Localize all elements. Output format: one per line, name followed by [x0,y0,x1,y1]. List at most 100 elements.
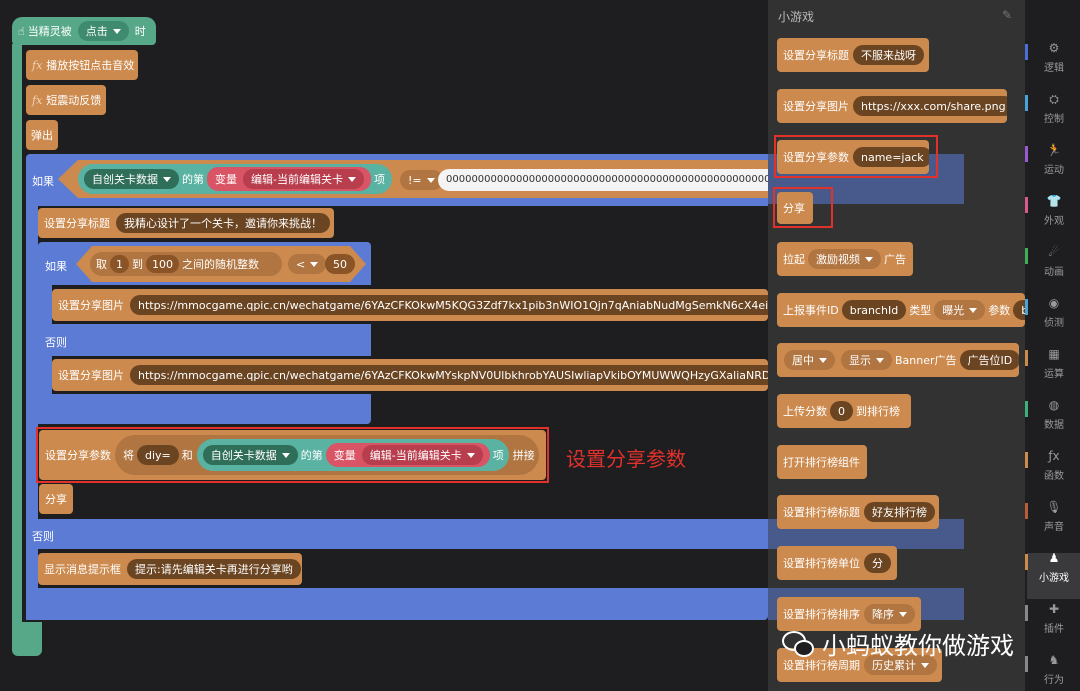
random-to-input[interactable]: 100 [146,255,179,273]
event-label: 当精灵被 [27,25,72,38]
compare-value-input[interactable]: 50 [325,254,355,274]
else-outer-label: 否则 [32,530,54,543]
data-icon: ◍ [1048,398,1060,412]
rank-sort-select[interactable]: 降序 [864,604,915,624]
highlight-box [36,427,549,483]
plugin-icon: ✚ [1048,602,1060,616]
category-color-bar [1025,605,1028,621]
sidebar-item-appearance[interactable]: 👕 外观 [1036,193,1072,227]
chevron-down-icon [310,261,319,267]
sidebar-item-label: 运动 [1044,165,1064,176]
banner-pos-select[interactable]: 居中 [784,350,835,370]
function-icon: fx [32,93,43,107]
message-input[interactable]: 提示:请先编辑关卡再进行分享哟 [127,559,301,579]
random-from-input[interactable]: 1 [110,255,129,273]
event-spine [12,44,22,634]
lt-operator-select[interactable]: < [288,254,327,274]
share-block[interactable]: 分享 [39,484,73,514]
rank-unit-input[interactable]: 分 [864,553,891,573]
sidebar-item-label: 逻辑 [1044,63,1064,74]
sidebar-item-motion[interactable]: 🏃 运动 [1036,142,1072,176]
script-area: ☝ 当精灵被 点击 时 fx 播放按钮点击音效 fx 短震动反馈 弹出 如果 自创关… [0,0,768,691]
sidebar-item-label: 声音 [1044,522,1064,533]
chevron-down-icon [921,662,929,668]
watermark: 小蚂蚁教你做游戏 [782,626,1014,661]
level-data-select[interactable]: 自创关卡数据 [84,169,179,189]
event-id-input[interactable]: branchId [841,300,907,320]
sidebar-item-operator[interactable]: ▦ 运算 [1036,346,1072,380]
sidebar-item-behavior[interactable]: ♞ 行为 [1036,652,1072,686]
if-inner-bottom [38,394,371,424]
neq-operator-select[interactable]: != [400,170,443,190]
highlight-box [773,187,833,228]
sidebar-item-label: 侦测 [1044,318,1064,329]
sidebar-item-data[interactable]: ◍ 数据 [1036,397,1072,431]
event-param-input[interactable]: b [1013,300,1025,320]
event-type-select[interactable]: 曝光 [934,300,986,320]
set-share-image-block-1[interactable]: 设置分享图片 https://mmocgame.qpic.cn/wechatga… [52,289,768,321]
category-color-bar [1025,656,1028,672]
category-color-bar [1025,248,1028,264]
event-hat-block[interactable]: ☝ 当精灵被 点击 时 [12,17,156,45]
sidebar-item-sound[interactable]: 🎙 声音 [1036,499,1072,533]
banner-id-input[interactable]: 广告位ID [959,350,1019,370]
category-color-bar [1025,299,1028,315]
sidebar-item-plugin[interactable]: ✚ 插件 [1036,601,1072,635]
banner-show-select[interactable]: 显示 [841,350,892,370]
palette-ad-block[interactable]: 拉起 激励视频 广告 [777,242,913,276]
palette-rank-title[interactable]: 设置排行榜标题 好友排行榜 [777,495,939,529]
motion-icon: 🏃 [1046,143,1062,157]
ad-type-select[interactable]: 激励视频 [808,249,881,269]
palette-open-rank[interactable]: 打开排行榜组件 [777,445,867,479]
chevron-down-icon [899,611,907,617]
popup-block[interactable]: 弹出 [26,120,58,150]
chevron-down-icon [347,176,356,182]
palette-title: 小游戏 [778,10,815,24]
sidebar-item-minigame[interactable]: ♟ 小游戏 [1036,550,1072,584]
palette-title-input[interactable]: 不服来战呀 [853,45,924,65]
palette-upload-score[interactable]: 上传分数 0 到排行榜 [777,394,911,428]
sidebar-item-animation[interactable]: ☄ 动画 [1036,244,1072,278]
if-outer-bottom [26,588,768,620]
palette-set-share-title[interactable]: 设置分享标题 不服来战呀 [777,38,929,72]
chevron-down-icon [426,177,435,183]
palette-image-input[interactable]: https://xxx.com/share.png [853,96,1007,116]
show-message-block[interactable]: 显示消息提示框 提示:请先编辑关卡再进行分享哟 [38,553,302,585]
share-title-input[interactable]: 我精心设计了一个关卡，邀请你来挑战！ [116,213,330,233]
if-inner-label: 如果 [45,260,67,273]
random-reporter[interactable]: 取 1 到 100 之间的随机整数 [90,252,282,276]
sidebar-item-sensing[interactable]: ◉ 侦测 [1036,295,1072,329]
logic-icon: ⚙ [1048,41,1060,55]
category-color-bar [1025,401,1028,417]
variable-reporter[interactable]: 变量 编辑-当前编辑关卡 [207,167,371,191]
sound-icon: 🎙 [1046,500,1062,514]
pin-icon[interactable]: ✎ [1002,8,1012,22]
vibrate-block[interactable]: fx 短震动反馈 [26,85,106,115]
de-label: 的第 [182,173,204,186]
palette-banner-ad[interactable]: 居中 显示 Banner广告 广告位ID [777,343,1019,377]
behavior-icon: ♞ [1048,653,1060,667]
share-image-url-input[interactable]: https://mmocgame.qpic.cn/wechatgame/6YAz… [130,365,768,385]
palette-report-event[interactable]: 上报事件ID branchId 类型 曝光 参数 b [777,293,1025,327]
palette-set-share-image[interactable]: 设置分享图片 https://xxx.com/share.png [777,89,1007,123]
zeros-input[interactable]: 0000000000000000000000000000000000000000… [438,169,768,191]
variable-select[interactable]: 编辑-当前编辑关卡 [243,169,364,189]
minigame-icon: ♟ [1048,551,1060,565]
sidebar-item-control[interactable]: ⛭ 控制 [1036,91,1072,125]
rank-title-input[interactable]: 好友排行榜 [864,502,935,522]
score-input[interactable]: 0 [830,401,853,421]
event-option-select[interactable]: 点击 [77,21,129,41]
list-item-reporter[interactable]: 自创关卡数据 的第 变量 编辑-当前编辑关卡 项 [78,164,392,194]
set-share-image-block-2[interactable]: 设置分享图片 https://mmocgame.qpic.cn/wechatga… [52,359,768,391]
sidebar-item-label: 小游戏 [1039,573,1069,584]
click-sound-block[interactable]: fx 播放按钮点击音效 [26,50,138,80]
category-color-bar [1025,146,1028,162]
share-image-url-input[interactable]: https://mmocgame.qpic.cn/wechatgame/6YAz… [130,295,768,315]
sidebar-item-function[interactable]: ƒx 函数 [1036,448,1072,482]
if-outer-arm [26,205,38,620]
category-color-bar [1025,197,1028,213]
palette-rank-unit[interactable]: 设置排行榜单位 分 [777,546,897,580]
sidebar-item-logic[interactable]: ⚙ 逻辑 [1036,40,1072,74]
annotation-text: 设置分享参数 [566,447,686,471]
set-share-title-block[interactable]: 设置分享标题 我精心设计了一个关卡，邀请你来挑战！ [38,208,334,238]
